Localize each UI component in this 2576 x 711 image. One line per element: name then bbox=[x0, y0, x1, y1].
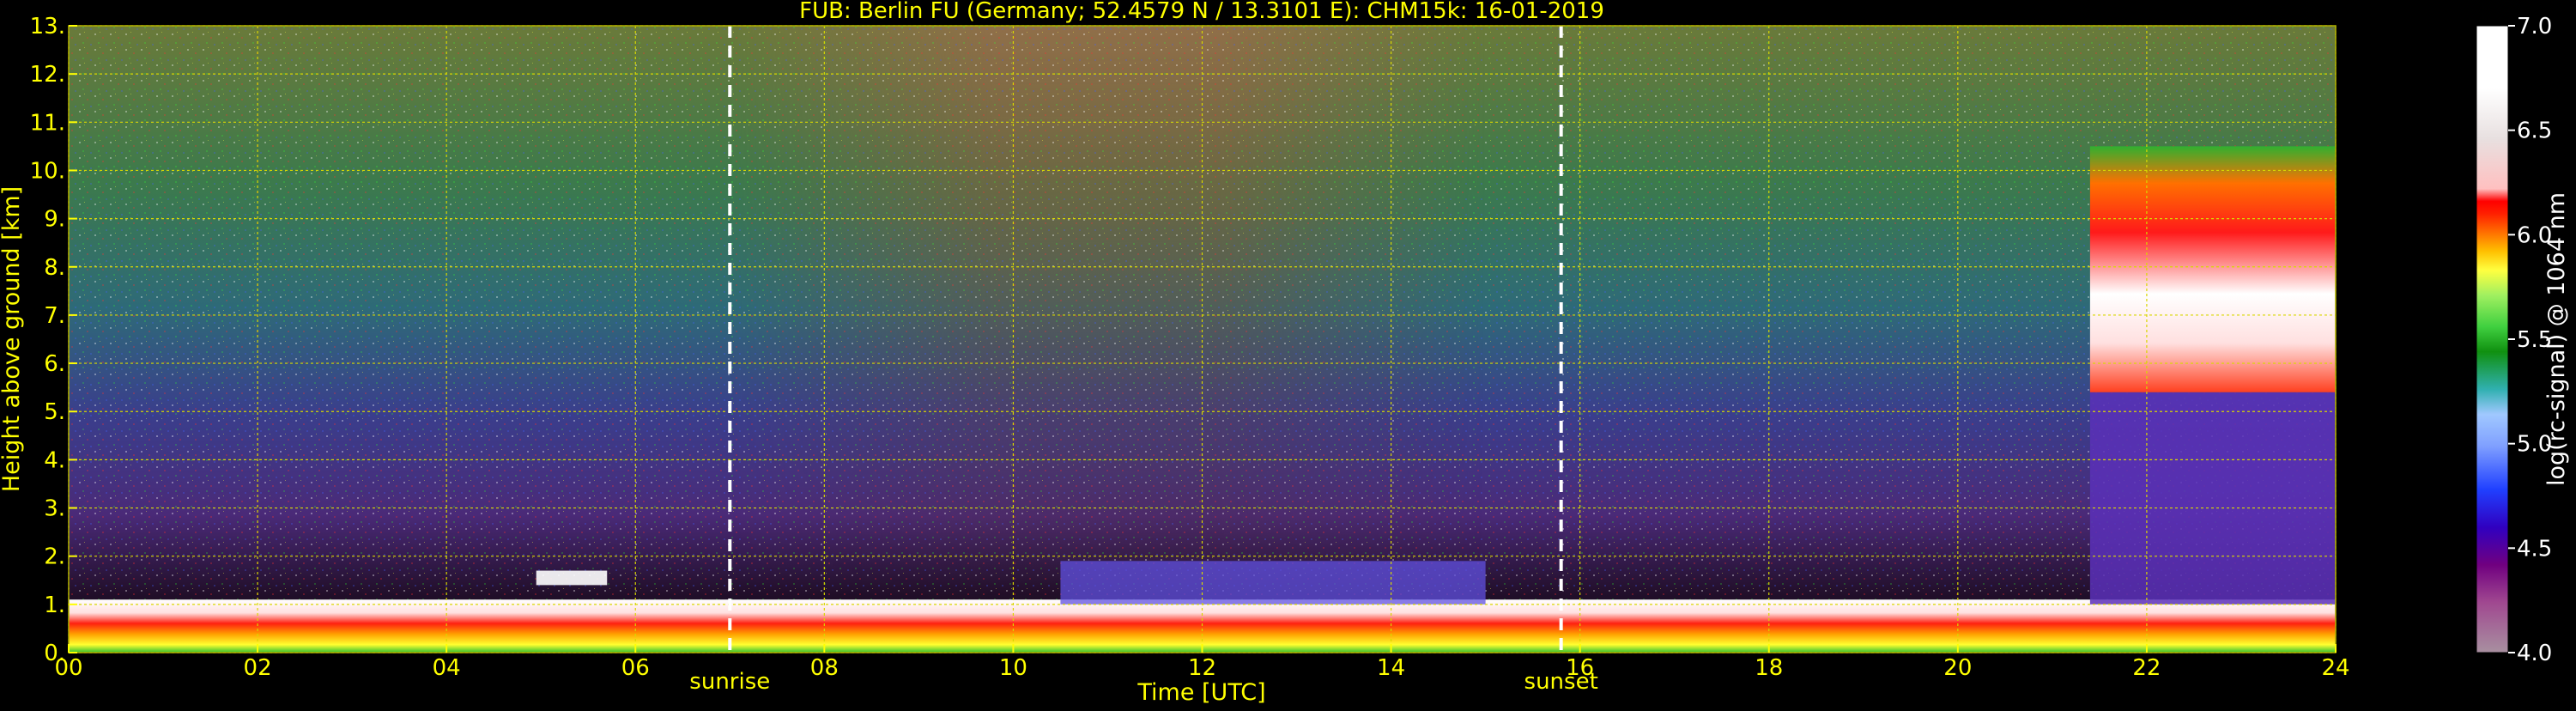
y-tick-label: 8. bbox=[44, 255, 65, 281]
feature-cirrus-cloud bbox=[2089, 146, 2336, 392]
y-tick-label: 12. bbox=[30, 62, 65, 88]
x-axis-label: Time [UTC] bbox=[1136, 679, 1265, 706]
y-tick-label: 3. bbox=[44, 496, 65, 522]
colorbar-gradient bbox=[2476, 25, 2509, 653]
x-tick-label: 04 bbox=[433, 655, 461, 681]
x-tick-label: 02 bbox=[244, 655, 272, 681]
x-tick-label: 20 bbox=[1943, 655, 1972, 681]
marker-label-sunrise: sunrise bbox=[689, 669, 770, 695]
y-tick-label: 10. bbox=[30, 158, 65, 184]
x-tick-label: 22 bbox=[2132, 655, 2161, 681]
x-tick-label: 14 bbox=[1377, 655, 1405, 681]
y-tick-label: 9. bbox=[44, 207, 65, 233]
x-tick-label: 10 bbox=[999, 655, 1027, 681]
lidar-quicklook-figure: sunrise sunset 00 02 04 06 08 10 12 14 16 18 20 22 24… bbox=[0, 0, 2576, 708]
x-tick-label: 08 bbox=[810, 655, 839, 681]
x-tick-label: 24 bbox=[2321, 655, 2349, 681]
colorbar-tick-label: 6.5 bbox=[2517, 118, 2552, 144]
y-tick-label: 5. bbox=[44, 399, 65, 425]
chart-svg: sunrise sunset 00 02 04 06 08 10 12 14 16 18 20 22 24… bbox=[0, 0, 2570, 706]
y-tick-label: 7. bbox=[44, 303, 65, 329]
y-tick-label: 2. bbox=[44, 544, 65, 570]
colorbar-tick-label: 4.5 bbox=[2517, 536, 2552, 562]
y-tick-label: 4. bbox=[44, 447, 65, 473]
y-axis-label: Height above ground [km] bbox=[0, 186, 25, 492]
cirrus-backdrop bbox=[2089, 392, 2336, 605]
y-tick-label: 0. bbox=[44, 641, 65, 666]
feature-cloud-patch bbox=[536, 570, 608, 586]
colorbar-label: log(rc-signal) @ 1064 nm bbox=[2543, 192, 2570, 486]
x-tick-label: 12 bbox=[1188, 655, 1216, 681]
x-tick-label: 16 bbox=[1566, 655, 1594, 681]
colorbar-tick-label: 7.0 bbox=[2517, 14, 2552, 40]
colorbar-tick-label: 4.0 bbox=[2517, 641, 2552, 666]
x-tick-label: 06 bbox=[621, 655, 650, 681]
feature-elevated-aerosol-layer bbox=[1060, 561, 1486, 605]
y-tick-label: 1. bbox=[44, 592, 65, 618]
y-tick-label: 6. bbox=[44, 351, 65, 377]
x-tick-label: 18 bbox=[1755, 655, 1783, 681]
chart-title: FUB: Berlin FU (Germany; 52.4579 N / 13.… bbox=[799, 0, 1604, 24]
y-tick-label: 13. bbox=[30, 14, 65, 40]
colorbar: 4.04.55.05.56.06.57.0 log(rc-signal) @ 1… bbox=[2476, 14, 2570, 666]
y-tick-label: 11. bbox=[30, 110, 65, 136]
